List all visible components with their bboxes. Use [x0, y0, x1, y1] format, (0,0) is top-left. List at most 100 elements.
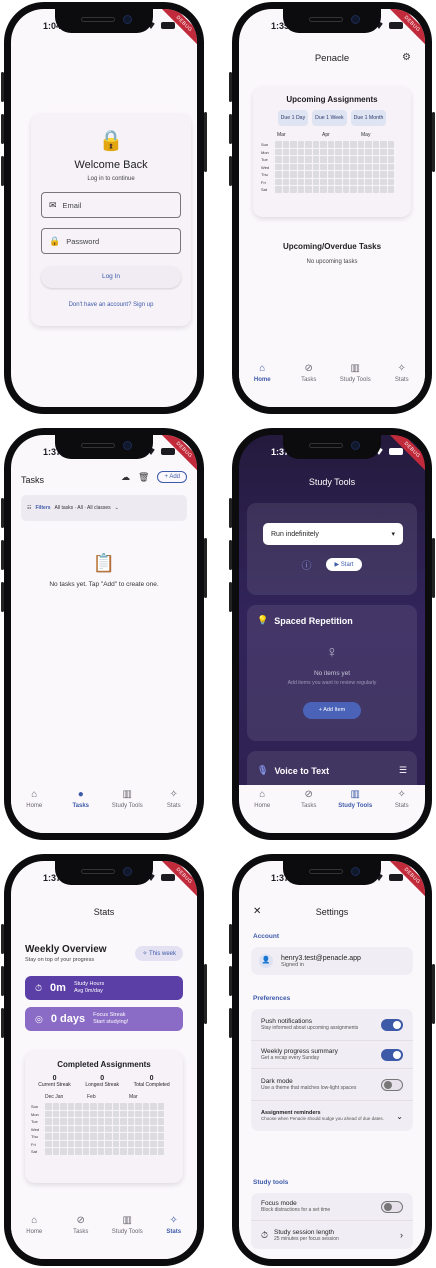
password-field[interactable]: 🔒 Password [41, 228, 181, 254]
heatmap-cell [112, 1140, 119, 1147]
nav-study-tools[interactable]: ▥ Study Tools [105, 1215, 149, 1235]
focus-toggle[interactable] [381, 1200, 403, 1213]
month-label: Mar [277, 132, 286, 138]
push-toggle[interactable] [381, 1018, 403, 1031]
filters-bar[interactable]: ☷ Filters All tasks · All · All classes … [21, 495, 187, 521]
heatmap-cell [372, 178, 379, 185]
timer-mode-select[interactable]: Run indefinitely ▾ [263, 523, 403, 545]
dark-toggle[interactable] [381, 1078, 403, 1091]
heatmap-cell [135, 1133, 142, 1140]
heatmap-cell [305, 171, 312, 178]
list-icon[interactable]: ☰ [399, 765, 407, 776]
account-card[interactable]: 👤 henry3.test@penacle.app Signed in [251, 947, 413, 975]
nav-tasks[interactable]: ⊘ Tasks [287, 789, 331, 809]
heatmap-cell [282, 156, 289, 163]
overdue-empty: No upcoming tasks [306, 259, 358, 265]
info-icon[interactable]: ⓘ [302, 557, 312, 572]
chip-due-1-week[interactable]: Due 1 Week [312, 110, 347, 126]
heatmap-cell [97, 1133, 104, 1140]
filter-icon: ☷ [27, 505, 32, 511]
heatmap-cell [45, 1110, 52, 1117]
gear-icon[interactable]: ⚙ [402, 52, 411, 63]
weekly-toggle[interactable] [381, 1048, 403, 1061]
home-icon: ⌂ [31, 1215, 38, 1226]
nav-study-tools[interactable]: ▥ Study Tools [105, 789, 149, 809]
nav-home[interactable]: ⌂ Home [240, 789, 284, 809]
heatmap-cell [335, 141, 342, 148]
settings-screen: 1:37 DEBUG ✕ Settings Account 👤 henry3.t… [239, 861, 425, 1259]
login-button[interactable]: Log In [41, 266, 181, 288]
nav-tasks[interactable]: ⊘ Tasks [287, 363, 331, 383]
heatmap-cell [52, 1148, 59, 1155]
heatmap-cell [327, 186, 334, 193]
chip-due-1-day[interactable]: Due 1 Day [277, 110, 309, 126]
battery-icon [161, 874, 175, 881]
notch [283, 435, 381, 459]
nav-tasks[interactable]: ● Tasks [59, 789, 103, 809]
heatmap-cell [320, 148, 327, 155]
heatmap-cell [52, 1110, 59, 1117]
heatmap-cell [335, 156, 342, 163]
day-label: Mon [31, 1111, 39, 1117]
sparkle-icon: ✧ [142, 951, 149, 957]
day-label: Wed [31, 1126, 40, 1132]
month-label: May [361, 132, 371, 138]
heatmap-cell [297, 148, 304, 155]
heatmap-cell [45, 1148, 52, 1155]
weekly-summary-row[interactable]: Weekly progress summary Get a recap every… [251, 1041, 413, 1069]
heatmap-cell [97, 1125, 104, 1132]
nav-home[interactable]: ⌂ Home [12, 789, 56, 809]
nav-stats[interactable]: ✧ Stats [380, 363, 424, 383]
start-label: Start [340, 562, 354, 568]
this-week-chip[interactable]: ✧ This week [135, 946, 183, 961]
add-task-button[interactable]: + Add [157, 471, 187, 483]
spaced-repetition-card: 💡 Spaced Repetition ♀ No items yet Add i… [247, 605, 417, 741]
nav-study-tools[interactable]: ▥ Study Tools [333, 789, 377, 809]
assignment-reminders-row[interactable]: Assignment reminders Choose when Penacle … [251, 1101, 413, 1131]
heatmap-cell [112, 1110, 119, 1117]
study-tools-screen: 1:37 DEBUG Study Tools Run indefinitely … [239, 435, 425, 833]
session-length-row[interactable]: ⏱ Study session length 25 minutes per foc… [251, 1221, 413, 1249]
trash-icon[interactable]: 🗑 [138, 472, 149, 483]
start-button[interactable]: ▶ Start [325, 558, 363, 571]
nav-stats[interactable]: ✧ Stats [152, 1215, 196, 1235]
preferences-card: Push notifications Stay informed about up… [251, 1009, 413, 1131]
signup-link[interactable]: Don't have an account? Sign up [31, 302, 191, 308]
heatmap-cell [365, 171, 372, 178]
phone-study-tools: 1:37 DEBUG Study Tools Run indefinitely … [229, 428, 435, 840]
heatmap-cell [282, 178, 289, 185]
push-notifications-row[interactable]: Push notifications Stay informed about up… [251, 1009, 413, 1041]
day-label: Sat [261, 187, 268, 192]
dark-mode-row[interactable]: Dark mode Use a theme that matches low-li… [251, 1069, 413, 1101]
home-screen: 1:35 DEBUG Penacle ⚙ Upcoming Assignment… [239, 9, 425, 407]
add-item-button[interactable]: + Add Item [303, 702, 361, 719]
nav-stats[interactable]: ✧ Stats [380, 789, 424, 809]
check-circle-icon: ⊘ [76, 1215, 85, 1226]
cloud-download-icon[interactable]: ☁ [121, 472, 130, 483]
nav-home[interactable]: ⌂ Home [12, 1215, 56, 1235]
book-icon: ▥ [122, 789, 132, 800]
heatmap-cell [67, 1110, 74, 1117]
email-field[interactable]: ✉ Email [41, 192, 181, 218]
chevron-down-icon: ⌄ [396, 1111, 403, 1121]
chip-due-1-month[interactable]: Due 1 Month [350, 110, 387, 126]
nav-home[interactable]: ⌂ Home [240, 363, 284, 383]
heatmap-cell [142, 1148, 149, 1155]
heatmap-cell [290, 163, 297, 170]
nav-tasks[interactable]: ⊘ Tasks [59, 1215, 103, 1235]
home-icon: ⌂ [259, 789, 266, 800]
heatmap-cell [350, 178, 357, 185]
heatmap-cell [75, 1118, 82, 1125]
nav-stats[interactable]: ✧ Stats [152, 789, 196, 809]
heatmap-cell [380, 148, 387, 155]
nav-study-tools[interactable]: ▥ Study Tools [333, 363, 377, 383]
heatmap-cell [290, 141, 297, 148]
check-circle-icon: ● [77, 789, 84, 800]
heatmap-cell [320, 163, 327, 170]
focus-mode-row[interactable]: Focus mode Block distractions for a set t… [251, 1193, 413, 1221]
heatmap-cell [75, 1140, 82, 1147]
heatmap-cell [312, 148, 319, 155]
section-preferences: Preferences [253, 995, 291, 1002]
heatmap-cell [297, 141, 304, 148]
heatmap-cell [320, 141, 327, 148]
